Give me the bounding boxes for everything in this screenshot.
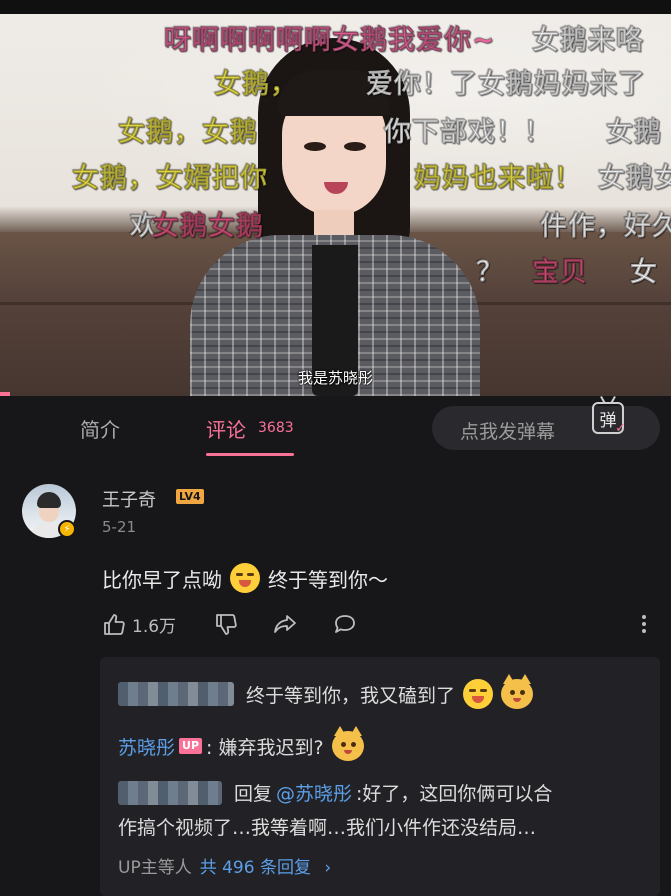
danmaku-glyph: 弹	[599, 410, 617, 431]
danmaku-comment: 女鹅，女婿把你	[72, 163, 268, 195]
danmaku-comment: 女鹅，女鹅	[118, 117, 258, 149]
comments-count: 3683	[258, 420, 294, 436]
replies-count: 共 496 条回复	[199, 858, 311, 878]
cat-emoji-icon	[331, 726, 364, 761]
more-options-button[interactable]	[640, 612, 648, 636]
reply-author[interactable]: 苏晓彤	[118, 733, 175, 760]
comment-bubble-icon	[335, 615, 355, 633]
presenter-eye-left	[304, 142, 326, 151]
tongue-out-emoji-icon	[230, 563, 260, 593]
reply-text: : 嫌弃我迟到?	[206, 736, 324, 759]
view-all-replies-link[interactable]: UP主等人共 496 条回复 ›	[118, 853, 331, 878]
danmaku-comment: ？	[476, 257, 504, 289]
presenter-eye-right	[344, 142, 366, 151]
danmaku-comment: 女鹅	[606, 117, 662, 149]
chevron-right-icon: ›	[324, 858, 332, 878]
comment-text: 比你早了点呦 终于等到你～	[102, 563, 388, 593]
video-player[interactable]: 呀啊啊啊啊啊女鹅我爱你~ 女鹅来咯 女鹅， 爱你！了女鹅妈妈来了 女鹅，女鹅 你…	[0, 0, 671, 396]
danmaku-comment: 女	[630, 257, 658, 289]
video-subtitle: 我是苏晓彤	[297, 369, 373, 387]
cat-heart-emoji-icon	[501, 674, 534, 709]
like-count: 1.6万	[132, 617, 177, 637]
danmaku-input-placeholder: 点我发弹幕	[460, 421, 556, 443]
reply-preview-box[interactable]: 终于等到你，我又磕到了 苏晓彤 UP : 嫌弃我迟到? 回复 @苏晓彤 :好了，…	[100, 657, 660, 896]
reply-mention[interactable]: @苏晓彤	[276, 779, 352, 806]
reply-item: 苏晓彤 UP : 嫌弃我迟到?	[118, 726, 364, 761]
more-vertical-icon	[642, 615, 646, 633]
comment-actions: 1.6万	[102, 612, 662, 642]
thumbs-down-icon	[216, 614, 237, 635]
danmaku-comment: 宝贝	[532, 257, 588, 289]
thumbs-up-icon	[104, 613, 125, 635]
share-button[interactable]	[272, 612, 298, 636]
danmaku-comment: 女鹅女鹅	[152, 211, 264, 243]
share-arrow-icon	[274, 615, 296, 633]
reply-item: 回复 @苏晓彤 :好了，这回你俩可以合	[118, 779, 552, 806]
danmaku-comment: 妈妈也来啦！	[414, 163, 582, 195]
like-button[interactable]: 1.6万	[102, 612, 176, 637]
comment-date: 5-21	[102, 518, 137, 536]
danmaku-tv-icon: 弹 ✓	[592, 402, 626, 436]
check-icon: ✓	[615, 421, 626, 436]
replies-footer-prefix: UP主等人	[118, 858, 192, 878]
tab-comments[interactable]: 评论	[206, 414, 246, 443]
reply-text: 作搞个视频了…我等着啊…我们小件作还没结局…	[118, 817, 537, 839]
danmaku-comment: 你下部戏！！	[384, 117, 552, 149]
avatar-hair	[37, 492, 61, 508]
dislike-button[interactable]	[214, 612, 238, 636]
active-tab-indicator	[206, 453, 294, 456]
reply-prefix: 回复	[234, 783, 273, 805]
reply-text: :好了，这回你俩可以合	[356, 783, 553, 805]
reply-button[interactable]	[332, 612, 358, 636]
danmaku-comment: 女鹅女	[598, 163, 671, 195]
comment-item: ⚡ 王子奇 LV4 5-21 比你早了点呦 终于等到你～ 1.6万 终于等到你，…	[0, 460, 671, 896]
video-tab-bar: 简介 评论 3683 点我发弹幕 弹 ✓	[0, 396, 671, 460]
danmaku-comment: 爱你！了女鹅妈妈来了	[366, 69, 646, 101]
danmaku-comment: 女鹅，	[214, 69, 298, 101]
danmaku-toggle-button[interactable]: 弹 ✓	[588, 396, 628, 440]
danmaku-comment: 呀啊啊啊啊啊女鹅我爱你~	[164, 25, 496, 57]
reply-item-continued: 作搞个视频了…我等着啊…我们小件作还没结局…	[118, 813, 536, 840]
comment-text-part: 终于等到你～	[268, 567, 388, 592]
verified-badge-icon: ⚡	[58, 520, 76, 538]
reply-text: 终于等到你，我又磕到了	[246, 684, 456, 707]
blurred-username	[118, 682, 234, 706]
video-top-bar	[0, 0, 671, 14]
danmaku-comment: 件作，好久	[540, 211, 671, 243]
tab-intro[interactable]: 简介	[80, 414, 120, 443]
danmaku-comment: 女鹅来咯	[532, 25, 644, 57]
up-badge: UP	[179, 738, 203, 754]
blurred-username	[118, 780, 222, 805]
comment-username[interactable]: 王子奇	[102, 486, 156, 512]
reply-item: 终于等到你，我又磕到了	[118, 674, 534, 709]
tongue-out-emoji-icon	[463, 679, 494, 709]
comment-text-part: 比你早了点呦	[102, 567, 222, 592]
level-badge: LV4	[176, 489, 204, 504]
